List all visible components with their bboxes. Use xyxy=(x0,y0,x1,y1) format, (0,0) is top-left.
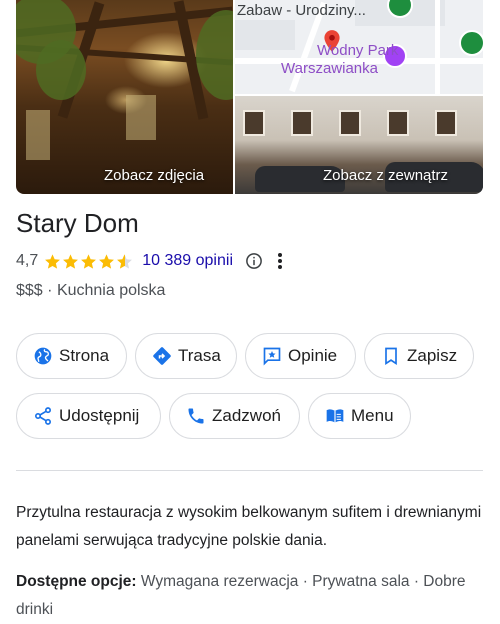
star-icon xyxy=(45,253,61,269)
call-label: Zadzwoń xyxy=(212,406,281,425)
directions-button[interactable]: Trasa xyxy=(135,333,237,379)
share-label: Udostępnij xyxy=(59,406,140,425)
reviews-button[interactable]: Opinie xyxy=(245,333,356,379)
info-icon[interactable] xyxy=(245,252,263,270)
meta-separator: · xyxy=(47,282,53,299)
price-level: $$$ xyxy=(16,282,43,299)
star-icon xyxy=(63,253,79,269)
reviews-link[interactable]: 10 389 opinii xyxy=(142,252,233,270)
save-label: Zapisz xyxy=(407,346,458,365)
globe-icon xyxy=(34,347,52,365)
photo-strip: Zobacz zdjęcia Zabaw - Urodziny... Wodny… xyxy=(16,0,483,194)
exterior-photo[interactable]: Zobacz z zewnątrz xyxy=(235,96,483,194)
directions-label: Trasa xyxy=(178,346,221,365)
half-star-icon xyxy=(117,253,133,269)
place-category: Kuchnia polska xyxy=(56,282,166,299)
options-label: Dostępne opcje: xyxy=(16,573,137,590)
map-place-text: Zabaw - Urodziny... xyxy=(237,2,366,19)
map-poi-line1: Wodny Park xyxy=(317,42,399,59)
interior-photo[interactable]: Zobacz zdjęcia xyxy=(16,0,233,194)
share-icon xyxy=(35,407,51,425)
bookmark-icon xyxy=(385,347,397,366)
more-options-icon[interactable] xyxy=(277,252,283,270)
section-divider xyxy=(16,470,483,471)
map-poi-green-icon-2 xyxy=(459,30,483,56)
review-icon xyxy=(263,347,281,366)
view-photos-label: Zobacz zdjęcia xyxy=(104,167,205,184)
map-poi-label: Wodny Park Warszawianka xyxy=(281,42,399,78)
menu-book-icon xyxy=(326,409,344,423)
place-title: Stary Dom xyxy=(16,208,139,238)
menu-label: Menu xyxy=(351,406,394,425)
map-thumbnail[interactable]: Zabaw - Urodziny... Wodny Park Warszawia… xyxy=(235,0,483,94)
call-button[interactable]: Zadzwoń xyxy=(169,393,300,439)
save-button[interactable]: Zapisz xyxy=(364,333,474,379)
website-button[interactable]: Strona xyxy=(16,333,127,379)
map-poi-line2: Warszawianka xyxy=(281,60,378,77)
rating-row: 4,7 10 389 opinii xyxy=(16,250,283,272)
star-icon xyxy=(99,253,115,269)
star-rating xyxy=(44,253,134,270)
website-label: Strona xyxy=(59,346,110,365)
rating-value: 4,7 xyxy=(16,252,39,269)
star-icon xyxy=(81,253,97,269)
share-button[interactable]: Udostępnij xyxy=(16,393,161,439)
directions-icon xyxy=(153,347,171,365)
menu-button[interactable]: Menu xyxy=(308,393,411,439)
reviews-label: Opinie xyxy=(288,346,338,365)
available-options: Dostępne opcje: Wymagana rezerwacja · Pr… xyxy=(16,568,486,624)
phone-icon xyxy=(188,408,204,424)
view-outside-label: Zobacz z zewnątrz xyxy=(323,167,449,184)
place-description: Przytulna restauracja z wysokim belkowan… xyxy=(16,504,482,549)
place-meta: $$$ · Kuchnia polska xyxy=(16,282,165,300)
